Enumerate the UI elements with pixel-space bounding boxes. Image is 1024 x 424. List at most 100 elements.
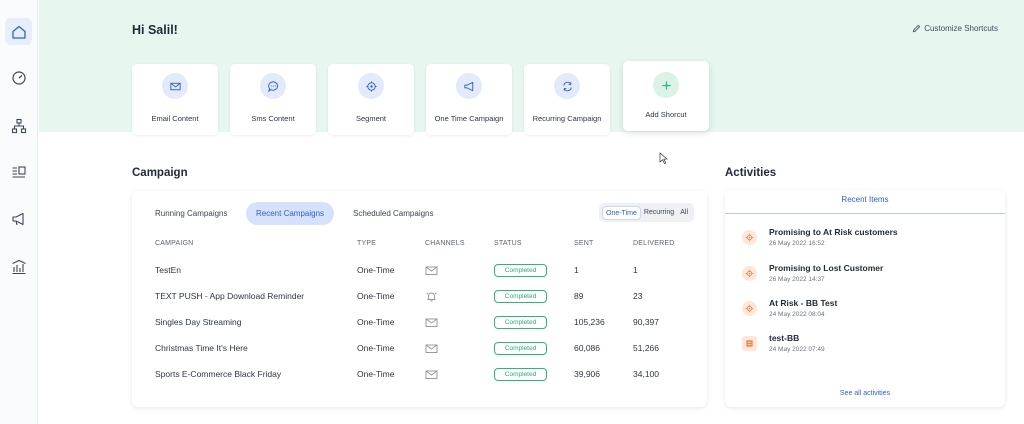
megaphone-icon: [11, 212, 24, 225]
shortcut-label: Recurring Campaign: [532, 114, 602, 123]
sent-count: 105,236: [574, 317, 605, 327]
hierarchy-icon: [11, 118, 26, 133]
shortcut-label: Email Content: [151, 114, 199, 123]
segment-icon: [745, 269, 754, 278]
sidebar-item-hierarchy[interactable]: [5, 112, 32, 139]
activity-date: 26 May 2022 16:52: [769, 240, 825, 247]
target-icon: [365, 80, 377, 92]
activity-item[interactable]: Promising to At Risk customers 26 May 20…: [725, 224, 1005, 254]
status-badge: Completed: [494, 342, 547, 355]
table-row[interactable]: Christmas Time It's Here One-Time Comple…: [132, 335, 707, 361]
greeting-title: Hi Salil!: [132, 23, 178, 37]
chat-icon: [267, 80, 278, 93]
status-badge: Completed: [494, 368, 547, 381]
add-shortcut-button[interactable]: Add Shorcut: [623, 61, 709, 131]
shortcut-label: Sms Content: [251, 114, 295, 123]
tab-running-campaigns[interactable]: Running Campaigns: [145, 202, 238, 225]
activity-item[interactable]: At Risk - BB Test 24 May 2022 08:04: [725, 295, 1005, 325]
delivered-count: 90,397: [633, 317, 659, 327]
shortcut-label: One Time Campaign: [434, 114, 504, 123]
sidebar-item-analytics[interactable]: [5, 253, 32, 280]
activities-section-title: Activities: [725, 167, 777, 179]
delivered-count: 1: [633, 265, 638, 275]
table-row[interactable]: TEXT PUSH - App Download Reminder One-Ti…: [132, 283, 707, 309]
sent-count: 89: [574, 291, 584, 301]
email-icon: [425, 370, 438, 379]
mouse-pointer-icon: [659, 152, 668, 164]
column-header-delivered: DELIVERED: [633, 240, 675, 247]
column-header-status: STATUS: [494, 240, 522, 247]
campaign-name: Singles Day Streaming: [155, 317, 242, 327]
campaign-type: One-Time: [357, 291, 395, 301]
sidebar-item-home[interactable]: [5, 18, 32, 45]
segment-icon: [745, 233, 754, 242]
campaign-name: TestEn: [155, 265, 181, 275]
bank-chart-icon: [11, 259, 26, 274]
delivered-count: 34,100: [633, 369, 659, 379]
shortcut-recurring-campaign[interactable]: Recurring Campaign: [524, 64, 610, 135]
tab-recent-campaigns[interactable]: Recent Campaigns: [246, 202, 335, 225]
sent-count: 1: [574, 265, 579, 275]
table-row[interactable]: Singles Day Streaming One-Time Completed…: [132, 309, 707, 335]
status-badge: Completed: [494, 264, 547, 277]
activity-title: Promising to Lost Customer: [769, 263, 884, 273]
activities-panel: Recent Items Promising to At Risk custom…: [725, 190, 1005, 407]
sidebar-item-list[interactable]: [5, 159, 32, 186]
activity-title: At Risk - BB Test: [769, 298, 838, 308]
activity-date: 26 May 2022 14:37: [769, 276, 825, 283]
activity-item[interactable]: Promising to Lost Customer 26 May 2022 1…: [725, 260, 1005, 290]
campaign-type: One-Time: [357, 343, 395, 353]
shortcut-segment[interactable]: Segment: [328, 64, 414, 135]
campaign-type: One-Time: [357, 265, 395, 275]
status-badge: Completed: [494, 316, 547, 329]
campaign-panel: Running Campaigns Recent Campaigns Sched…: [132, 191, 707, 407]
sidebar-item-campaigns[interactable]: [5, 205, 32, 232]
campaign-name: TEXT PUSH - App Download Reminder: [155, 291, 305, 301]
list-icon: [12, 165, 26, 178]
mail-icon: [169, 82, 181, 90]
segment-icon: [745, 304, 754, 313]
customize-shortcuts-label: Customize Shortcuts: [924, 24, 998, 33]
shortcut-one-time-campaign[interactable]: One Time Campaign: [426, 64, 512, 135]
activity-item[interactable]: test-BB 24 May 2022 07:49: [725, 330, 1005, 360]
filter-one-time[interactable]: One-Time: [602, 205, 641, 220]
customize-shortcuts-link[interactable]: Customize Shortcuts: [912, 24, 998, 33]
filter-recurring[interactable]: Recurring: [641, 206, 677, 220]
filter-all[interactable]: All: [677, 206, 691, 220]
activity-date: 24 May 2022 07:49: [769, 346, 825, 353]
campaign-section-title: Campaign: [132, 167, 188, 179]
push-notification-icon: [426, 292, 437, 302]
column-header-campaign: CAMPAIGN: [155, 240, 194, 247]
email-icon: [425, 318, 438, 327]
delivered-count: 51,266: [633, 343, 659, 353]
activity-title: test-BB: [769, 333, 800, 343]
campaign-name: Christmas Time It's Here: [155, 343, 248, 353]
home-icon: [11, 25, 26, 39]
megaphone-icon: [463, 81, 473, 91]
status-badge: Completed: [494, 290, 547, 303]
table-row[interactable]: Sports E-Commerce Black Friday One-Time …: [132, 361, 707, 387]
tab-scheduled-campaigns[interactable]: Scheduled Campaigns: [343, 202, 444, 225]
recurring-icon: [562, 81, 572, 91]
shortcut-sms-content[interactable]: Sms Content: [230, 64, 316, 135]
campaign-type: One-Time: [357, 317, 395, 327]
sidebar-item-dashboard[interactable]: [5, 64, 32, 91]
shortcut-email-content[interactable]: Email Content: [132, 64, 218, 135]
column-header-type: TYPE: [357, 240, 377, 247]
campaign-type-filter: One-Time Recurring All: [599, 203, 694, 222]
campaign-type: One-Time: [357, 369, 395, 379]
shortcut-label: Add Shorcut: [645, 110, 687, 119]
pencil-icon: [912, 24, 921, 33]
activity-title: Promising to At Risk customers: [769, 227, 898, 237]
email-icon: [425, 344, 438, 353]
tab-recent-items[interactable]: Recent Items: [725, 190, 1005, 214]
see-all-activities-link[interactable]: See all activities: [725, 390, 1005, 397]
sent-count: 60,086: [574, 343, 600, 353]
column-header-channels: CHANNELS: [425, 240, 465, 247]
table-row[interactable]: TestEn One-Time Completed 1 1: [132, 257, 707, 283]
shortcut-label: Segment: [355, 114, 387, 123]
gauge-icon: [11, 70, 26, 85]
plus-icon: [661, 80, 671, 90]
sent-count: 39,906: [574, 369, 600, 379]
campaign-name: Sports E-Commerce Black Friday: [155, 369, 282, 379]
